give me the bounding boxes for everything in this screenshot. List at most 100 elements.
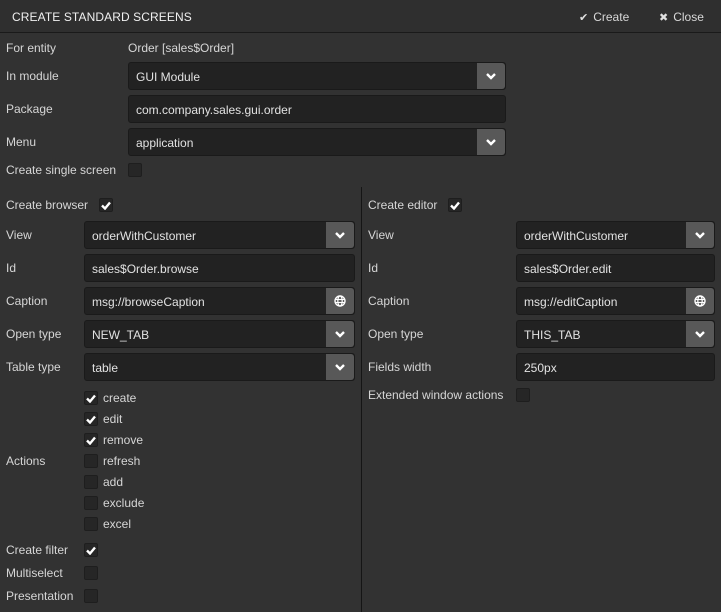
create-editor-checkbox[interactable] — [448, 198, 462, 212]
chevron-down-icon — [335, 232, 345, 239]
browser-open-type-value: NEW_TAB — [92, 328, 150, 342]
action-exclude-label: exclude — [103, 496, 145, 510]
presentation-label: Presentation — [6, 589, 74, 603]
single-screen-label: Create single screen — [6, 163, 117, 177]
extended-window-actions-label: Extended window actions — [368, 388, 504, 402]
action-refresh-label: refresh — [103, 454, 141, 468]
dialog-title: CREATE STANDARD SCREENS — [12, 10, 192, 24]
editor-caption-label: Caption — [368, 294, 410, 308]
menu-label: Menu — [6, 135, 37, 149]
close-button-label: Close — [673, 10, 704, 24]
editor-open-type-select[interactable]: THIS_TAB — [516, 320, 715, 348]
fields-width-label: Fields width — [368, 360, 432, 374]
chevron-down-icon — [486, 73, 496, 80]
module-label: In module — [6, 69, 59, 83]
editor-view-value: orderWithCustomer — [524, 229, 629, 243]
multiselect-label: Multiselect — [6, 566, 63, 580]
action-create-checkbox[interactable] — [84, 391, 98, 405]
browser-caption-label: Caption — [6, 294, 48, 308]
editor-view-dropdown-button[interactable] — [686, 222, 714, 248]
package-input-value: com.company.sales.gui.order — [136, 103, 292, 117]
browser-view-label: View — [6, 228, 32, 242]
browser-open-type-label: Open type — [6, 327, 62, 341]
checkmark-icon — [86, 436, 96, 445]
chevron-down-icon — [695, 331, 705, 338]
browser-caption-localize-button[interactable] — [326, 288, 354, 314]
action-add-label: add — [103, 475, 124, 489]
action-add-checkbox[interactable] — [84, 475, 98, 489]
table-type-label: Table type — [6, 360, 61, 374]
action-remove-checkbox[interactable] — [84, 433, 98, 447]
browser-id-label: Id — [6, 261, 17, 275]
checkmark-icon — [86, 394, 96, 403]
editor-id-input[interactable]: sales$Order.edit — [516, 254, 715, 282]
editor-caption-value: msg://editCaption — [524, 295, 618, 309]
editor-view-select[interactable]: orderWithCustomer — [516, 221, 715, 249]
menu-select[interactable]: application — [128, 128, 506, 156]
browser-open-type-dropdown-button[interactable] — [326, 321, 354, 347]
editor-open-type-label: Open type — [368, 327, 424, 341]
close-button[interactable]: ✖ Close — [659, 10, 704, 24]
chevron-down-icon — [486, 139, 496, 146]
table-type-value: table — [92, 361, 119, 375]
editor-id-label: Id — [368, 261, 379, 275]
editor-caption-input[interactable]: msg://editCaption — [516, 287, 715, 315]
menu-dropdown-button[interactable] — [477, 129, 505, 155]
action-remove-label: remove — [103, 433, 144, 447]
editor-view-label: View — [368, 228, 394, 242]
editor-open-type-value: THIS_TAB — [524, 328, 581, 342]
editor-open-type-dropdown-button[interactable] — [686, 321, 714, 347]
action-exclude-checkbox[interactable] — [84, 496, 98, 510]
extended-window-actions-checkbox[interactable] — [516, 388, 530, 402]
action-excel-checkbox[interactable] — [84, 517, 98, 531]
chevron-down-icon — [335, 331, 345, 338]
action-refresh-checkbox[interactable] — [84, 454, 98, 468]
menu-select-value: application — [136, 136, 194, 150]
checkmark-icon — [101, 201, 111, 210]
create-button-label: Create — [593, 10, 630, 24]
browser-caption-value: msg://browseCaption — [92, 295, 205, 309]
multiselect-checkbox[interactable] — [84, 566, 98, 580]
presentation-checkbox[interactable] — [84, 589, 98, 603]
create-editor-label: Create editor — [368, 198, 438, 212]
browser-id-input[interactable]: sales$Order.browse — [84, 254, 355, 282]
close-icon: ✖ — [659, 11, 669, 24]
for-entity-value: Order [sales$Order] — [128, 41, 235, 55]
action-create-label: create — [103, 391, 137, 405]
create-filter-checkbox[interactable] — [84, 543, 98, 557]
fields-width-value: 250px — [524, 361, 557, 375]
module-select[interactable]: GUI Module — [128, 62, 506, 90]
module-dropdown-button[interactable] — [477, 63, 505, 89]
checkmark-icon — [450, 201, 460, 210]
package-label: Package — [6, 102, 53, 116]
checkmark-icon — [86, 415, 96, 424]
dialog-header: CREATE STANDARD SCREENS ✔ Create ✖ Close — [0, 0, 721, 33]
editor-caption-localize-button[interactable] — [686, 288, 714, 314]
action-excel-label: excel — [103, 517, 132, 531]
browser-id-value: sales$Order.browse — [92, 262, 199, 276]
table-type-select[interactable]: table — [84, 353, 355, 381]
browser-caption-input[interactable]: msg://browseCaption — [84, 287, 355, 315]
browser-view-select[interactable]: orderWithCustomer — [84, 221, 355, 249]
column-divider — [361, 187, 362, 612]
module-select-value: GUI Module — [136, 70, 201, 84]
table-type-dropdown-button[interactable] — [326, 354, 354, 380]
for-entity-label: For entity — [6, 41, 57, 55]
fields-width-input[interactable]: 250px — [516, 353, 715, 381]
action-edit-label: edit — [103, 412, 123, 426]
create-filter-label: Create filter — [6, 543, 69, 557]
editor-id-value: sales$Order.edit — [524, 262, 612, 276]
single-screen-checkbox[interactable] — [128, 163, 142, 177]
browser-view-value: orderWithCustomer — [92, 229, 197, 243]
package-input[interactable]: com.company.sales.gui.order — [128, 95, 506, 123]
browser-view-dropdown-button[interactable] — [326, 222, 354, 248]
checkmark-icon: ✔ — [579, 11, 589, 24]
create-browser-checkbox[interactable] — [99, 198, 113, 212]
globe-icon — [694, 295, 706, 307]
chevron-down-icon — [335, 364, 345, 371]
action-edit-checkbox[interactable] — [84, 412, 98, 426]
browser-open-type-select[interactable]: NEW_TAB — [84, 320, 355, 348]
actions-label: Actions — [6, 454, 46, 468]
chevron-down-icon — [695, 232, 705, 239]
create-button[interactable]: ✔ Create — [579, 10, 629, 24]
